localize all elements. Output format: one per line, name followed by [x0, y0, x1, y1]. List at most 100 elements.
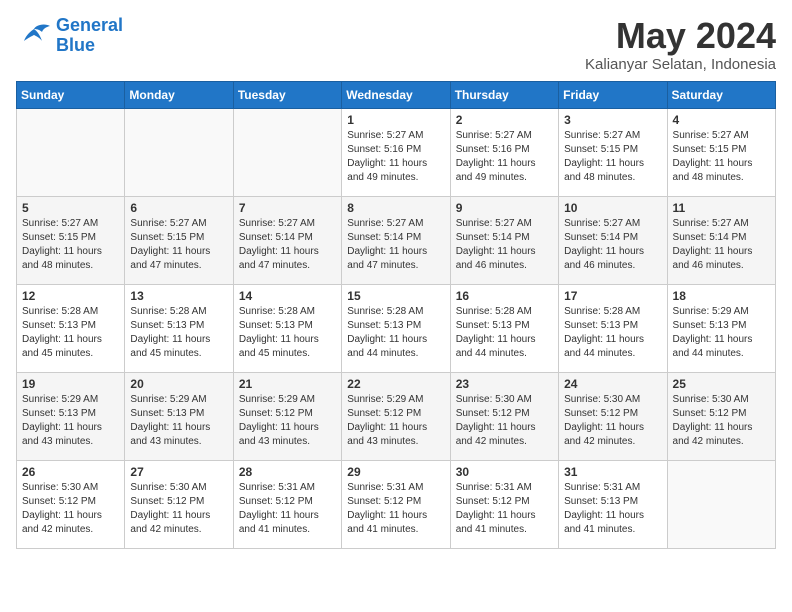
logo-bird-icon: [16, 21, 52, 51]
calendar-day-cell: 26 Sunrise: 5:30 AM Sunset: 5:12 PM Dayli…: [17, 460, 125, 548]
day-info: Sunrise: 5:27 AM Sunset: 5:14 PM Dayligh…: [347, 217, 444, 273]
calendar-table: SundayMondayTuesdayWednesdayThursdayFrid…: [16, 81, 776, 549]
calendar-week-row: 12Sunrise: 5:28 AM Sunset: 5:13 PM Dayli…: [17, 284, 776, 372]
calendar-day-cell: 17 Sunrise: 5:28 AM Sunset: 5:13 PM Dayli…: [559, 284, 667, 372]
day-info: Sunrise: 5:27 AM Sunset: 5:15 PM Dayligh…: [673, 129, 770, 185]
calendar-day-cell: [667, 460, 775, 548]
day-number: 13: [130, 289, 227, 303]
day-number: 16: [456, 289, 553, 303]
day-number: 26: [22, 465, 119, 479]
day-info: Sunrise: 5:31 AM Sunset: 5:12 PM Dayligh…: [239, 481, 336, 537]
calendar-day-cell: 24 Sunrise: 5:30 AM Sunset: 5:12 PM Dayli…: [559, 372, 667, 460]
calendar-week-row: 19Sunrise: 5:29 AM Sunset: 5:13 PM Dayli…: [17, 372, 776, 460]
day-info: Sunrise: 5:27 AM Sunset: 5:14 PM Dayligh…: [673, 217, 770, 273]
calendar-day-cell: 28 Sunrise: 5:31 AM Sunset: 5:12 PM Dayli…: [233, 460, 341, 548]
calendar-day-cell: 13 Sunrise: 5:28 AM Sunset: 5:13 PM Dayli…: [125, 284, 233, 372]
calendar-day-cell: 22 Sunrise: 5:29 AM Sunset: 5:12 PM Dayli…: [342, 372, 450, 460]
day-info: Sunrise: 5:28 AM Sunset: 5:13 PM Dayligh…: [239, 305, 336, 361]
day-number: 10: [564, 201, 661, 215]
calendar-day-cell: 30Sunrise: 5:31 AM Sunset: 5:12 PM Dayli…: [450, 460, 558, 548]
day-info: Sunrise: 5:29 AM Sunset: 5:12 PM Dayligh…: [347, 393, 444, 449]
day-number: 7: [239, 201, 336, 215]
day-info: Sunrise: 5:27 AM Sunset: 5:14 PM Dayligh…: [564, 217, 661, 273]
calendar-day-cell: 25Sunrise: 5:30 AM Sunset: 5:12 PM Dayli…: [667, 372, 775, 460]
title-block: May 2024 Kalianyar Selatan, Indonesia: [585, 16, 776, 73]
calendar-day-cell: 16 Sunrise: 5:28 AM Sunset: 5:13 PM Dayli…: [450, 284, 558, 372]
calendar-day-cell: 21 Sunrise: 5:29 AM Sunset: 5:12 PM Dayli…: [233, 372, 341, 460]
day-info: Sunrise: 5:27 AM Sunset: 5:15 PM Dayligh…: [130, 217, 227, 273]
day-info: Sunrise: 5:29 AM Sunset: 5:12 PM Dayligh…: [239, 393, 336, 449]
day-number: 6: [130, 201, 227, 215]
calendar-week-row: 5 Sunrise: 5:27 AM Sunset: 5:15 PM Daylig…: [17, 196, 776, 284]
calendar-day-cell: 5 Sunrise: 5:27 AM Sunset: 5:15 PM Daylig…: [17, 196, 125, 284]
day-number: 30: [456, 465, 553, 479]
calendar-day-cell: 1 Sunrise: 5:27 AM Sunset: 5:16 PM Daylig…: [342, 108, 450, 196]
day-info: Sunrise: 5:27 AM Sunset: 5:14 PM Dayligh…: [456, 217, 553, 273]
day-number: 29: [347, 465, 444, 479]
day-of-week-header: Monday: [125, 81, 233, 108]
calendar-week-row: 26 Sunrise: 5:30 AM Sunset: 5:12 PM Dayli…: [17, 460, 776, 548]
calendar-day-cell: 4 Sunrise: 5:27 AM Sunset: 5:15 PM Daylig…: [667, 108, 775, 196]
day-info: Sunrise: 5:27 AM Sunset: 5:16 PM Dayligh…: [456, 129, 553, 185]
day-number: 17: [564, 289, 661, 303]
day-info: Sunrise: 5:28 AM Sunset: 5:13 PM Dayligh…: [456, 305, 553, 361]
day-info: Sunrise: 5:28 AM Sunset: 5:13 PM Dayligh…: [22, 305, 119, 361]
day-number: 27: [130, 465, 227, 479]
day-info: Sunrise: 5:29 AM Sunset: 5:13 PM Dayligh…: [673, 305, 770, 361]
calendar-day-cell: 19Sunrise: 5:29 AM Sunset: 5:13 PM Dayli…: [17, 372, 125, 460]
calendar-day-cell: 11Sunrise: 5:27 AM Sunset: 5:14 PM Dayli…: [667, 196, 775, 284]
day-number: 28: [239, 465, 336, 479]
calendar-day-cell: 27Sunrise: 5:30 AM Sunset: 5:12 PM Dayli…: [125, 460, 233, 548]
day-info: Sunrise: 5:27 AM Sunset: 5:16 PM Dayligh…: [347, 129, 444, 185]
page-header: General Blue May 2024 Kalianyar Selatan,…: [16, 16, 776, 73]
day-number: 20: [130, 377, 227, 391]
logo-line1: General: [56, 15, 123, 35]
day-number: 18: [673, 289, 770, 303]
day-number: 4: [673, 113, 770, 127]
day-number: 9: [456, 201, 553, 215]
day-number: 5: [22, 201, 119, 215]
day-number: 14: [239, 289, 336, 303]
month-title: May 2024: [585, 16, 776, 56]
day-info: Sunrise: 5:27 AM Sunset: 5:15 PM Dayligh…: [22, 217, 119, 273]
day-number: 1: [347, 113, 444, 127]
day-number: 15: [347, 289, 444, 303]
calendar-day-cell: 20 Sunrise: 5:29 AM Sunset: 5:13 PM Dayli…: [125, 372, 233, 460]
day-info: Sunrise: 5:28 AM Sunset: 5:13 PM Dayligh…: [130, 305, 227, 361]
day-info: Sunrise: 5:29 AM Sunset: 5:13 PM Dayligh…: [130, 393, 227, 449]
day-info: Sunrise: 5:30 AM Sunset: 5:12 PM Dayligh…: [564, 393, 661, 449]
logo-line2: Blue: [56, 35, 95, 55]
day-info: Sunrise: 5:28 AM Sunset: 5:13 PM Dayligh…: [564, 305, 661, 361]
calendar-day-cell: 7Sunrise: 5:27 AM Sunset: 5:14 PM Daylig…: [233, 196, 341, 284]
day-number: 31: [564, 465, 661, 479]
calendar-day-cell: 15 Sunrise: 5:28 AM Sunset: 5:13 PM Dayli…: [342, 284, 450, 372]
day-number: 22: [347, 377, 444, 391]
calendar-day-cell: 18 Sunrise: 5:29 AM Sunset: 5:13 PM Dayli…: [667, 284, 775, 372]
day-number: 24: [564, 377, 661, 391]
day-info: Sunrise: 5:31 AM Sunset: 5:13 PM Dayligh…: [564, 481, 661, 537]
calendar-day-cell: 12Sunrise: 5:28 AM Sunset: 5:13 PM Dayli…: [17, 284, 125, 372]
calendar-body: 1 Sunrise: 5:27 AM Sunset: 5:16 PM Daylig…: [17, 108, 776, 548]
day-number: 23: [456, 377, 553, 391]
calendar-day-cell: [233, 108, 341, 196]
day-number: 2: [456, 113, 553, 127]
logo: General Blue: [16, 16, 123, 56]
day-number: 3: [564, 113, 661, 127]
calendar-day-cell: 2 Sunrise: 5:27 AM Sunset: 5:16 PM Daylig…: [450, 108, 558, 196]
day-of-week-header: Tuesday: [233, 81, 341, 108]
day-of-week-header: Friday: [559, 81, 667, 108]
calendar-day-cell: 10 Sunrise: 5:27 AM Sunset: 5:14 PM Dayli…: [559, 196, 667, 284]
day-number: 8: [347, 201, 444, 215]
day-info: Sunrise: 5:29 AM Sunset: 5:13 PM Dayligh…: [22, 393, 119, 449]
calendar-day-cell: 8 Sunrise: 5:27 AM Sunset: 5:14 PM Daylig…: [342, 196, 450, 284]
day-info: Sunrise: 5:30 AM Sunset: 5:12 PM Dayligh…: [456, 393, 553, 449]
location-subtitle: Kalianyar Selatan, Indonesia: [585, 56, 776, 73]
day-info: Sunrise: 5:28 AM Sunset: 5:13 PM Dayligh…: [347, 305, 444, 361]
day-number: 21: [239, 377, 336, 391]
calendar-day-cell: 6 Sunrise: 5:27 AM Sunset: 5:15 PM Daylig…: [125, 196, 233, 284]
calendar-day-cell: 29Sunrise: 5:31 AM Sunset: 5:12 PM Dayli…: [342, 460, 450, 548]
calendar-day-cell: 23 Sunrise: 5:30 AM Sunset: 5:12 PM Dayli…: [450, 372, 558, 460]
calendar-day-cell: 9 Sunrise: 5:27 AM Sunset: 5:14 PM Daylig…: [450, 196, 558, 284]
calendar-header: SundayMondayTuesdayWednesdayThursdayFrid…: [17, 81, 776, 108]
day-info: Sunrise: 5:30 AM Sunset: 5:12 PM Dayligh…: [22, 481, 119, 537]
